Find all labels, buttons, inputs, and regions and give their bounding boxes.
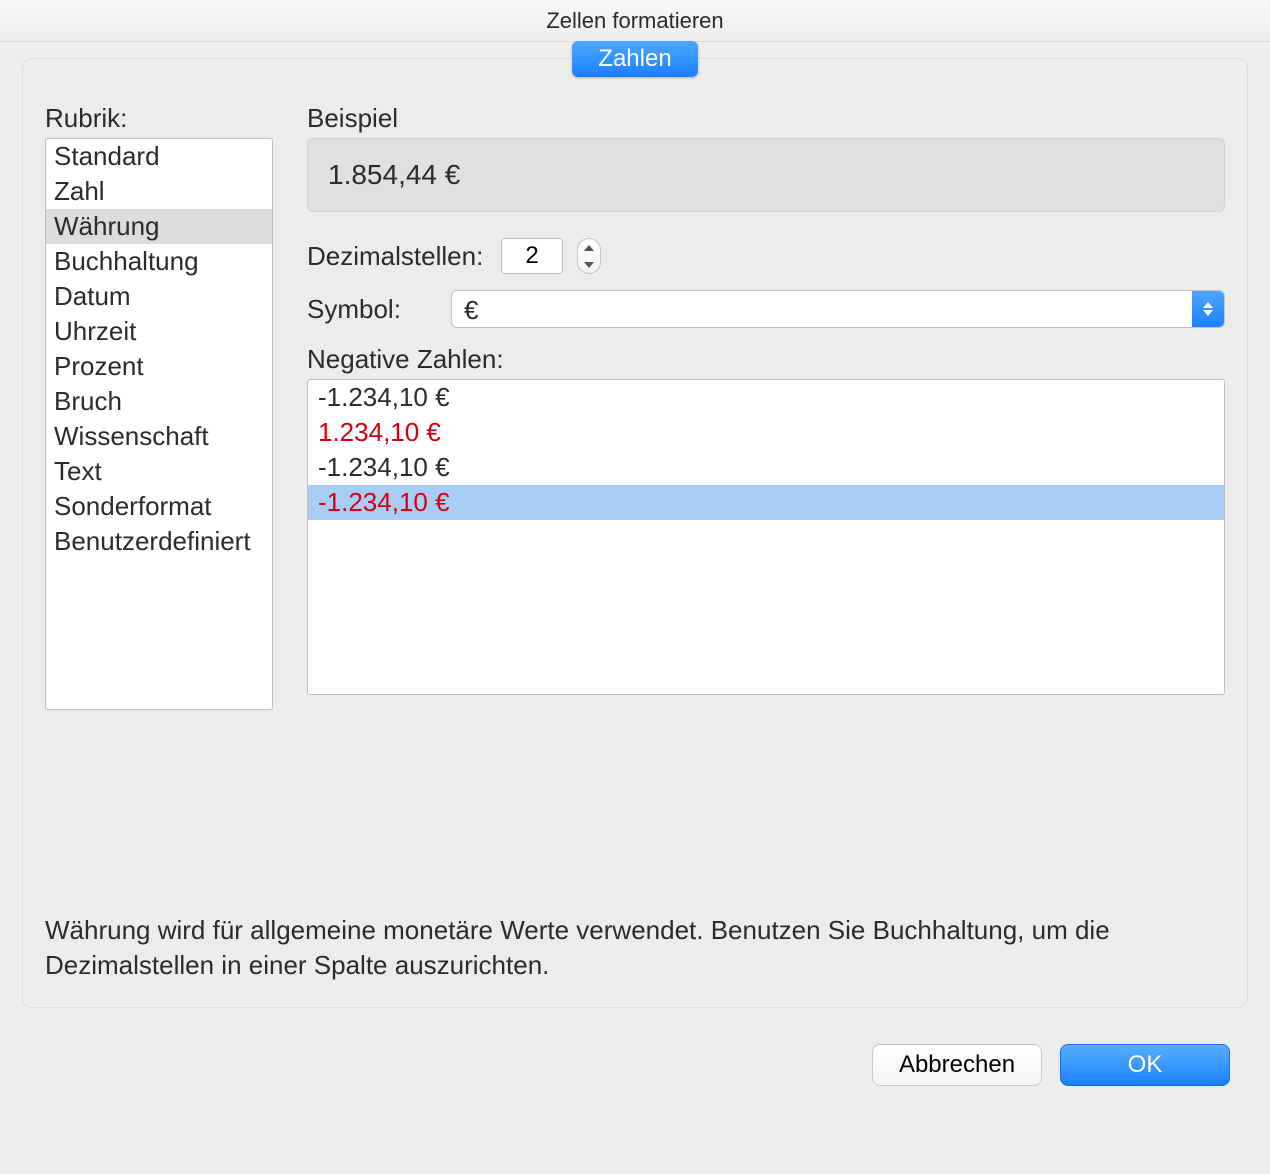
chevron-down-icon — [584, 262, 594, 268]
dialog-panel: Zahlen Rubrik: StandardZahlWährungBuchha… — [22, 58, 1248, 1008]
negative-label: Negative Zahlen: — [307, 344, 1225, 375]
negative-number-item[interactable]: 1.234,10 € — [308, 415, 1224, 450]
tab-numbers[interactable]: Zahlen — [572, 41, 697, 77]
category-description: Währung wird für allgemeine monetäre Wer… — [45, 913, 1225, 983]
category-item[interactable]: Wissenschaft — [46, 419, 272, 454]
decimals-label: Dezimalstellen: — [307, 241, 487, 272]
category-item[interactable]: Zahl — [46, 174, 272, 209]
negative-number-item[interactable]: -1.234,10 € — [308, 380, 1224, 415]
decimals-stepper[interactable] — [577, 238, 601, 274]
sample-label: Beispiel — [307, 103, 1225, 134]
cancel-button[interactable]: Abbrechen — [872, 1044, 1042, 1086]
category-item[interactable]: Datum — [46, 279, 272, 314]
category-item[interactable]: Standard — [46, 139, 272, 174]
sample-value: 1.854,44 € — [307, 138, 1225, 212]
ok-button[interactable]: OK — [1060, 1044, 1230, 1086]
category-item[interactable]: Uhrzeit — [46, 314, 272, 349]
select-toggle-icon — [1192, 291, 1224, 327]
category-item[interactable]: Text — [46, 454, 272, 489]
category-list[interactable]: StandardZahlWährungBuchhaltungDatumUhrze… — [45, 138, 273, 710]
symbol-select[interactable]: € — [451, 290, 1225, 328]
symbol-label: Symbol: — [307, 294, 437, 325]
decimals-input[interactable] — [501, 238, 563, 274]
symbol-value: € — [452, 291, 1192, 327]
window-title: Zellen formatieren — [0, 0, 1270, 42]
category-item[interactable]: Benutzerdefiniert — [46, 524, 272, 559]
chevron-up-icon — [584, 245, 594, 251]
dialog-buttonbar: Abbrechen OK — [0, 1008, 1270, 1086]
category-item[interactable]: Währung — [46, 209, 272, 244]
category-item[interactable]: Prozent — [46, 349, 272, 384]
category-item[interactable]: Buchhaltung — [46, 244, 272, 279]
category-item[interactable]: Bruch — [46, 384, 272, 419]
negative-number-item[interactable]: -1.234,10 € — [308, 485, 1224, 520]
negative-number-item[interactable]: -1.234,10 € — [308, 450, 1224, 485]
negative-numbers-list[interactable]: -1.234,10 €1.234,10 €-1.234,10 €-1.234,1… — [307, 379, 1225, 695]
category-label: Rubrik: — [45, 103, 273, 134]
category-item[interactable]: Sonderformat — [46, 489, 272, 524]
